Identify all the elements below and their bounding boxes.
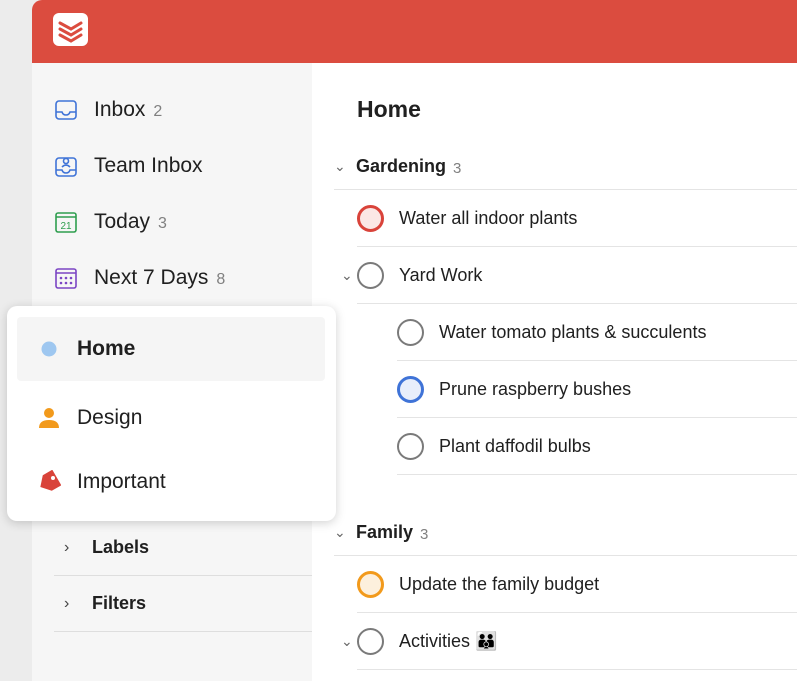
inbox-icon	[54, 98, 78, 122]
group-label: Family	[356, 522, 414, 542]
task-checkbox[interactable]	[397, 375, 424, 403]
main-content: Home ⌄ Gardening 3 Water all indoor plan…	[312, 63, 797, 681]
team-inbox-icon	[54, 154, 78, 178]
sidebar-item-label: Next 7 Days	[94, 266, 209, 289]
task-text: Water all indoor plants	[399, 207, 578, 228]
calendar-week-icon	[54, 266, 78, 290]
menu-item-home[interactable]: Home	[17, 317, 325, 381]
top-bar	[32, 0, 797, 63]
count-badge: 3	[158, 215, 167, 232]
chevron-down-icon[interactable]: ⌄	[341, 267, 353, 284]
task-checkbox[interactable]	[357, 261, 384, 289]
sidebar-item-next-7-days[interactable]: Next 7 Days 8	[54, 263, 225, 293]
subtask-row[interactable]: Plant daffodil bulbs	[397, 418, 797, 475]
chevron-right-icon: ›	[64, 594, 70, 612]
task-row[interactable]: ⌄ Activities 👪	[341, 613, 797, 670]
sidebar-item-label: Team Inbox	[94, 154, 203, 177]
menu-item-important[interactable]: Important	[17, 450, 325, 514]
tag-icon	[37, 470, 61, 494]
section-label: Labels	[92, 537, 150, 557]
task-checkbox[interactable]	[397, 432, 424, 460]
menu-item-label: Important	[77, 470, 166, 493]
section-label: Filters	[92, 593, 147, 613]
count-badge: 8	[216, 271, 226, 288]
sidebar-item-team-inbox[interactable]: Team Inbox	[54, 151, 203, 181]
task-checkbox[interactable]	[397, 318, 424, 346]
calendar-day-number: 21	[60, 221, 72, 232]
subtask-row[interactable]: Water tomato plants & succulents	[397, 304, 797, 361]
chevron-down-icon[interactable]: ⌄	[334, 158, 346, 175]
chevron-right-icon: ›	[64, 538, 70, 556]
sidebar-item-label: Inbox	[94, 98, 146, 121]
task-text: Prune raspberry bushes	[439, 378, 632, 399]
task-row[interactable]: Update the family budget	[357, 556, 797, 613]
task-text: Yard Work	[399, 264, 483, 285]
group-count: 3	[453, 160, 462, 177]
task-text: Activities 👪	[399, 630, 498, 651]
todoist-logo-icon[interactable]	[53, 13, 88, 46]
chevron-down-icon[interactable]: ⌄	[334, 524, 346, 541]
sidebar-item-today[interactable]: 21 Today 3	[54, 207, 167, 237]
project-popup-menu: Home Design Important	[7, 306, 336, 521]
task-checkbox[interactable]	[357, 570, 384, 598]
task-checkbox[interactable]	[357, 627, 384, 655]
page-title: Home	[357, 96, 421, 122]
menu-item-design[interactable]: Design	[17, 386, 325, 450]
dot-icon	[37, 337, 61, 361]
chevron-down-icon[interactable]: ⌄	[341, 633, 353, 650]
task-row[interactable]: ⌄ Yard Work	[341, 247, 797, 304]
group-label: Gardening	[356, 156, 447, 176]
count-badge: 2	[153, 103, 163, 120]
group-count: 3	[420, 526, 429, 543]
subtask-row[interactable]: Prune raspberry bushes	[397, 361, 797, 418]
menu-item-label: Design	[77, 406, 143, 429]
person-icon	[37, 406, 61, 430]
sidebar-section-filters[interactable]: › Filters	[54, 576, 312, 632]
group-header-family[interactable]: ⌄ Family 3	[334, 510, 797, 556]
task-row[interactable]: Water all indoor plants	[357, 190, 797, 247]
sidebar-section-labels[interactable]: › Labels	[54, 520, 312, 576]
task-text: Update the family budget	[399, 573, 600, 594]
sidebar-item-inbox[interactable]: Inbox 2	[54, 95, 162, 125]
menu-item-label: Home	[77, 337, 136, 360]
group-header-gardening[interactable]: ⌄ Gardening 3	[334, 144, 797, 190]
task-checkbox[interactable]	[357, 204, 384, 232]
task-text: Plant daffodil bulbs	[439, 435, 591, 456]
sidebar-item-label: Today	[94, 210, 151, 233]
task-text: Water tomato plants & succulents	[439, 321, 707, 342]
calendar-today-icon: 21	[54, 210, 78, 234]
